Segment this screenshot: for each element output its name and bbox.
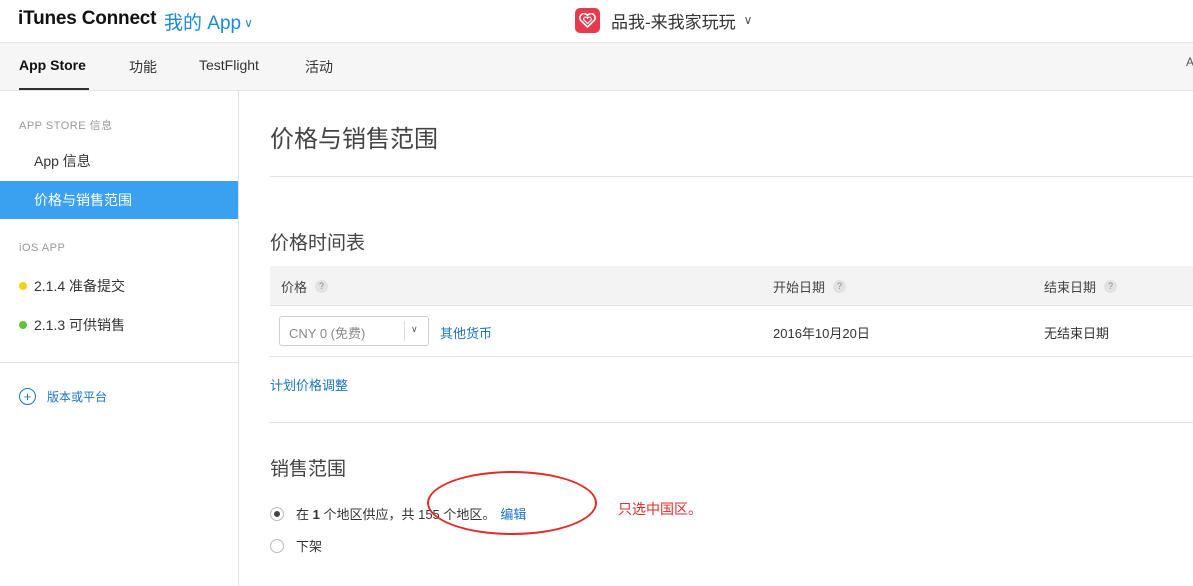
start-date-value: 2016年10月20日 — [773, 326, 870, 341]
column-header-label: 开始日期 — [773, 280, 826, 295]
tab-testflight[interactable]: TestFlight — [199, 57, 259, 73]
plan-price-change-link[interactable]: 计划价格调整 — [270, 375, 348, 394]
my-app-menu[interactable]: 我的 App ∨ — [164, 8, 253, 35]
main-content: 价格与销售范围 价格时间表 价格 ? 开始日期 ? 结束日期 ? CNY 0 (… — [239, 91, 1193, 586]
app-selector[interactable]: 品我-来我家玩玩 ∨ — [575, 6, 752, 34]
annotation-text: 只选中国区。 — [618, 501, 702, 517]
availability-prefix: 在 — [296, 507, 313, 522]
app-name: 品我-来我家玩玩 — [611, 12, 736, 32]
remove-from-sale-label: 下架 — [296, 539, 323, 554]
section-title-availability: 销售范围 — [270, 459, 347, 480]
radio-unchecked[interactable] — [270, 538, 284, 553]
top-header: iTunes Connect 我的 App ∨ 品我-来我家玩玩 ∨ — [0, 0, 1193, 43]
chevron-down-icon: ∨ — [743, 13, 753, 27]
radio-checked[interactable] — [270, 506, 284, 521]
availability-option-remove[interactable]: 下架 — [270, 536, 322, 555]
section-title-price-schedule: 价格时间表 — [270, 233, 366, 254]
tab-app-store[interactable]: App Store — [19, 57, 86, 73]
tab-features[interactable]: 功能 — [129, 57, 157, 77]
status-dot-yellow — [19, 282, 27, 290]
sidebar-item-pricing[interactable]: 价格与销售范围 — [0, 181, 238, 219]
heart-icon — [579, 12, 596, 28]
column-header-price: 价格 ? — [281, 277, 329, 296]
select-separator — [404, 321, 405, 341]
sidebar-item-version-213[interactable]: 2.1.3 可供销售 — [0, 306, 238, 344]
sidebar-item-app-info[interactable]: App 信息 — [0, 142, 238, 180]
plus-circle-icon: + — [19, 388, 36, 405]
region-count: 1 — [312, 507, 320, 522]
help-icon[interactable]: ? — [833, 280, 847, 293]
help-icon[interactable]: ? — [1104, 280, 1118, 293]
table-row: CNY 0 (免费) ∨ 其他货币 2016年10月20日 无结束日期 — [270, 306, 1193, 357]
column-header-end-date: 结束日期 ? — [1044, 277, 1118, 296]
chevron-down-icon: ∨ — [411, 324, 418, 334]
availability-text: 在 1 个地区供应，共 155 个地区。 — [296, 504, 495, 523]
brand-title[interactable]: iTunes Connect — [18, 8, 157, 30]
availability-option-available[interactable]: 在 1 个地区供应，共 155 个地区。 编辑 — [270, 504, 526, 523]
my-app-label: 我的 App — [164, 13, 242, 34]
sidebar-item-label: 价格与销售范围 — [34, 192, 132, 208]
sidebar-section-app-store: APP STORE 信息 — [19, 120, 113, 132]
status-dot-green — [19, 321, 27, 329]
add-version-label: 版本或平台 — [47, 390, 108, 404]
sidebar-item-label: App 信息 — [34, 153, 91, 169]
sidebar-item-label: 2.1.3 可供销售 — [34, 317, 126, 333]
price-select-value: CNY 0 (免费) — [289, 326, 366, 341]
page-title: 价格与销售范围 — [270, 126, 438, 153]
column-header-start-date: 开始日期 ? — [773, 277, 847, 296]
tab-edge-truncated[interactable]: A — [1186, 55, 1193, 69]
tab-bar: App Store 功能 TestFlight 活动 A — [0, 43, 1193, 91]
app-icon — [575, 7, 600, 33]
edit-availability-link[interactable]: 编辑 — [500, 504, 526, 523]
column-header-label: 价格 — [281, 280, 308, 295]
divider — [270, 176, 1193, 177]
help-icon[interactable]: ? — [315, 280, 329, 293]
divider — [270, 422, 1193, 423]
sidebar-section-ios-app: iOS APP — [19, 242, 66, 254]
price-table-header: 价格 ? 开始日期 ? 结束日期 ? — [270, 266, 1193, 306]
availability-suffix: 个地区供应，共 155 个地区。 — [319, 507, 496, 522]
end-date-value: 无结束日期 — [1044, 326, 1110, 341]
chevron-down-icon: ∨ — [244, 16, 253, 30]
add-version-button[interactable]: + 版本或平台 — [19, 388, 107, 405]
sidebar-divider — [0, 362, 238, 363]
other-currency-link[interactable]: 其他货币 — [440, 323, 492, 342]
sidebar-item-label: 2.1.4 准备提交 — [34, 278, 126, 294]
sidebar-item-version-214[interactable]: 2.1.4 准备提交 — [0, 267, 238, 305]
active-tab-indicator — [19, 88, 89, 90]
sidebar: APP STORE 信息 App 信息 价格与销售范围 iOS APP 2.1.… — [0, 91, 239, 586]
price-select[interactable]: CNY 0 (免费) ∨ — [279, 316, 429, 346]
tab-activity[interactable]: 活动 — [305, 57, 333, 77]
column-header-label: 结束日期 — [1044, 280, 1097, 295]
